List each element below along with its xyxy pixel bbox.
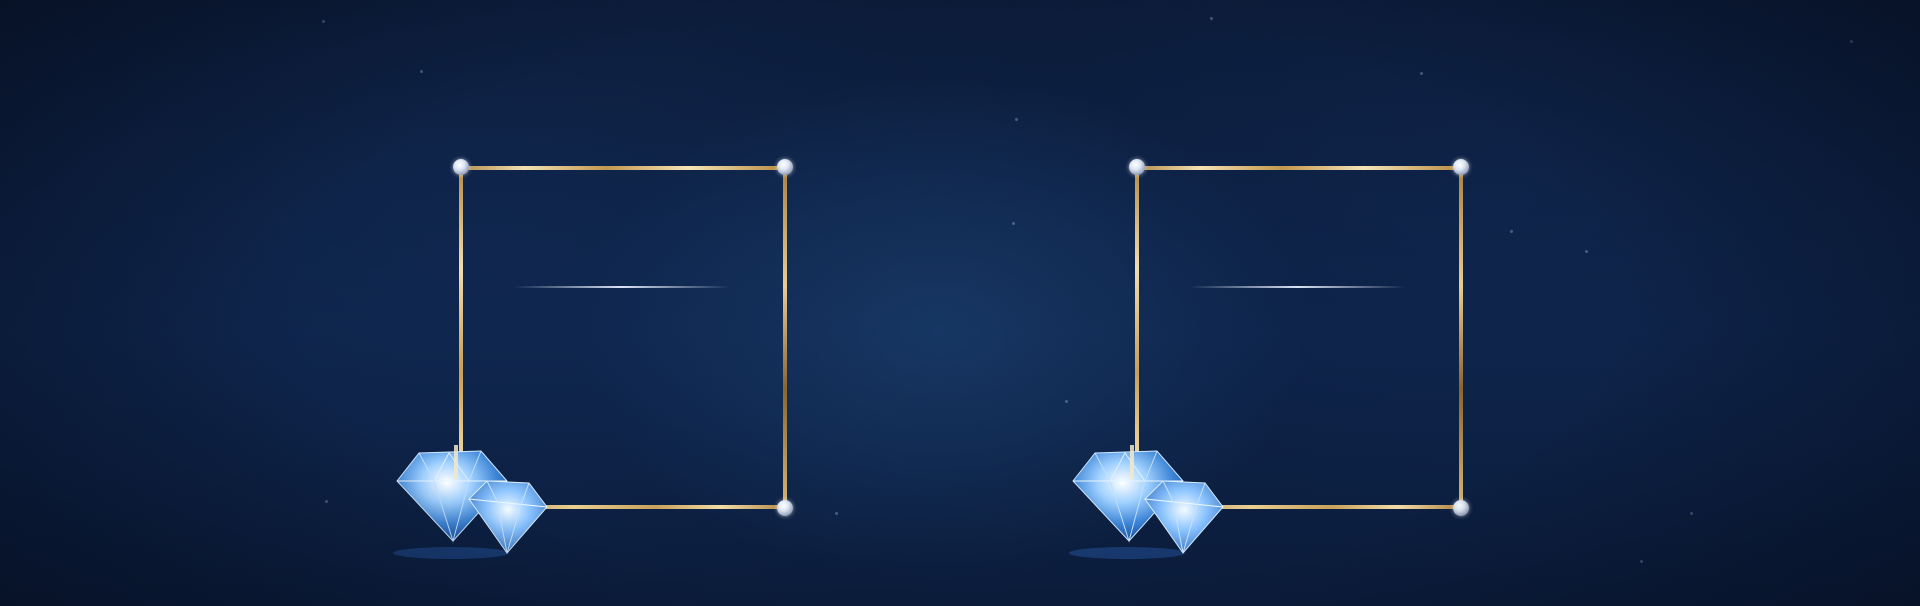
star-dot	[1012, 222, 1015, 225]
star-dot	[1850, 40, 1853, 43]
star-dot	[322, 20, 325, 23]
star-dot	[835, 512, 838, 515]
star-dot	[1690, 512, 1693, 515]
star-field	[0, 0, 1920, 606]
star-dot	[1510, 230, 1513, 233]
star-dot	[325, 500, 328, 503]
corner-gem-icon	[1129, 159, 1145, 175]
corner-gem-icon	[453, 159, 469, 175]
star-dot	[1640, 560, 1643, 563]
frame-right-edge	[783, 166, 787, 509]
frame-top-edge	[1135, 166, 1463, 170]
gold-frame-left	[393, 159, 793, 559]
corner-gem-icon	[1453, 159, 1469, 175]
corner-gem-icon	[777, 500, 793, 516]
starry-background	[0, 0, 1920, 606]
frame-divider-line	[514, 286, 730, 288]
frame-right-edge	[1459, 166, 1463, 509]
star-dot	[1210, 17, 1213, 20]
diamond-icon	[1065, 441, 1235, 561]
star-dot	[1420, 72, 1423, 75]
frame-top-edge	[459, 166, 787, 170]
star-dot	[1585, 250, 1588, 253]
corner-gem-icon	[777, 159, 793, 175]
frame-divider-line	[1190, 286, 1406, 288]
star-dot	[1015, 118, 1018, 121]
star-dot	[420, 70, 423, 73]
diamond-icon	[389, 441, 559, 561]
star-dot	[1065, 400, 1068, 403]
gold-frame-right	[1069, 159, 1469, 559]
corner-gem-icon	[1453, 500, 1469, 516]
